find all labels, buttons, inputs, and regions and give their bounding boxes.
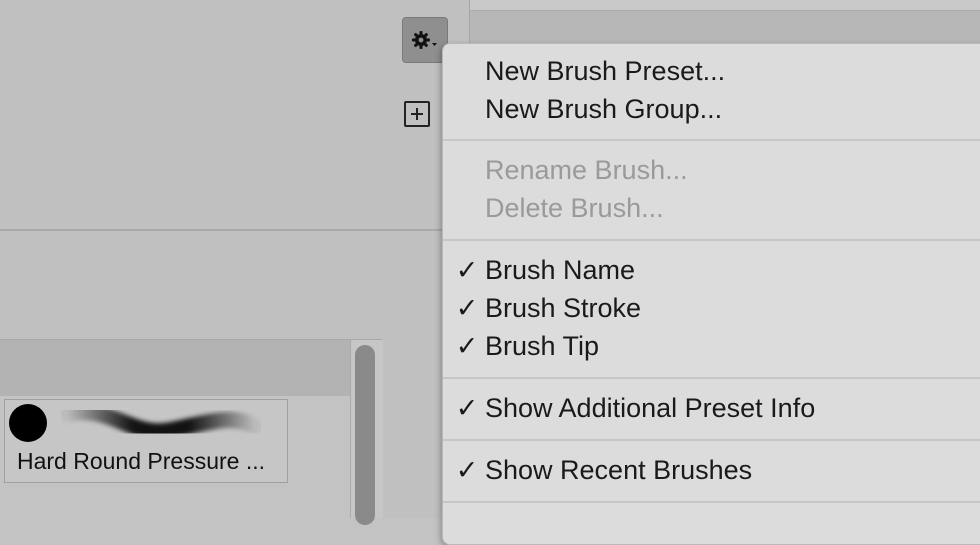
checkmark-icon: ✓ [455,393,479,423]
menu-item-new-brush-group[interactable]: New Brush Group... [443,90,980,128]
gear-icon [412,31,437,49]
menu-item-label: New Brush Group... [485,94,723,124]
menu-item-new-brush-preset[interactable]: New Brush Preset... [443,52,980,90]
menu-item-label: Show Recent Brushes [485,455,753,485]
menu-item-label: New Brush Preset... [485,56,726,86]
panel-top-bar [470,0,980,11]
menu-item-label: Delete Brush... [485,193,664,223]
checkmark-icon: ✓ [455,293,479,323]
checkmark-icon: ✓ [455,455,479,485]
checkmark-icon: ✓ [455,331,479,361]
menu-item-brush-stroke[interactable]: ✓ Brush Stroke [443,289,980,327]
menu-item-label: Rename Brush... [485,155,688,185]
menu-item-label: Show Additional Preset Info [485,393,816,423]
menu-separator [443,139,980,141]
menu-item-label: Brush Stroke [485,293,642,323]
brush-list-scroll-thumb[interactable] [355,345,375,525]
menu-separator [443,501,980,503]
brush-preset-item[interactable]: Hard Round Pressure ... [4,399,288,483]
panel-divider [0,229,470,231]
brush-preset-name: Hard Round Pressure ... [17,448,266,474]
menu-item-show-additional-preset-info[interactable]: ✓ Show Additional Preset Info [443,389,980,427]
menu-separator [443,439,980,441]
panel-options-menu: New Brush Preset... New Brush Group... R… [442,43,980,545]
menu-item-brush-name[interactable]: ✓ Brush Name [443,251,980,289]
brush-stroke-preview [61,404,261,440]
menu-separator [443,377,980,379]
menu-item-rename-brush: Rename Brush... [443,151,980,189]
menu-separator [443,239,980,241]
chevron-down-icon [432,43,437,46]
add-brush-button[interactable] [404,101,430,127]
menu-item-delete-brush: Delete Brush... [443,189,980,227]
checkmark-icon: ✓ [455,255,479,285]
menu-item-show-recent-brushes[interactable]: ✓ Show Recent Brushes [443,451,980,489]
menu-item-label: Brush Name [485,255,636,285]
menu-item-brush-tip[interactable]: ✓ Brush Tip [443,327,980,365]
brush-tip-icon [9,404,47,442]
menu-item-label: Brush Tip [485,331,600,361]
brush-list-header [0,340,350,396]
